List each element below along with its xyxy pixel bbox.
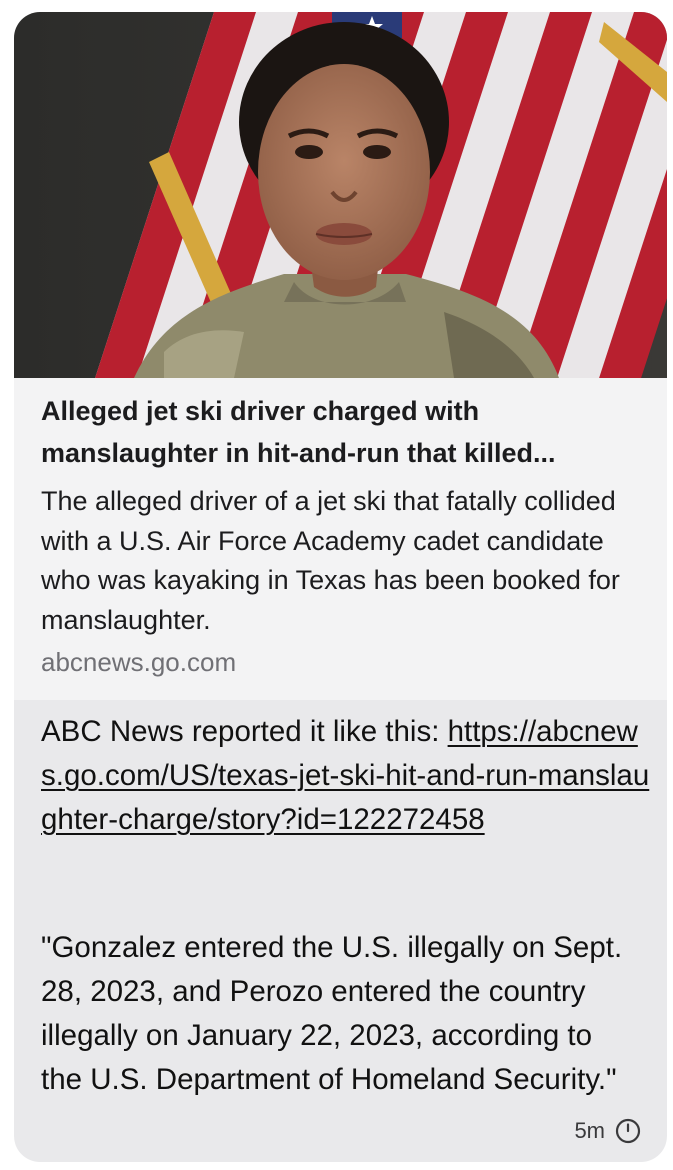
preview-image[interactable] (14, 12, 667, 378)
message-text: ABC News reported it like this: https://… (41, 710, 653, 842)
message-quote: "Gonzalez entered the U.S. illegally on … (41, 931, 623, 1096)
timestamp: 5m (574, 1118, 605, 1143)
preview-domain: abcnews.go.com (41, 647, 237, 677)
preview-title[interactable]: Alleged jet ski driver charged with mans… (41, 390, 641, 474)
message-meta: 5m (574, 1118, 641, 1144)
message-intro: ABC News reported it like this: (41, 715, 448, 748)
link-preview-card[interactable]: Alleged jet ski driver charged with mans… (14, 12, 667, 700)
preview-description: The alleged driver of a jet ski that fat… (41, 486, 620, 635)
message-bubble: Alleged jet ski driver charged with mans… (14, 12, 667, 1162)
clock-icon (615, 1118, 641, 1144)
